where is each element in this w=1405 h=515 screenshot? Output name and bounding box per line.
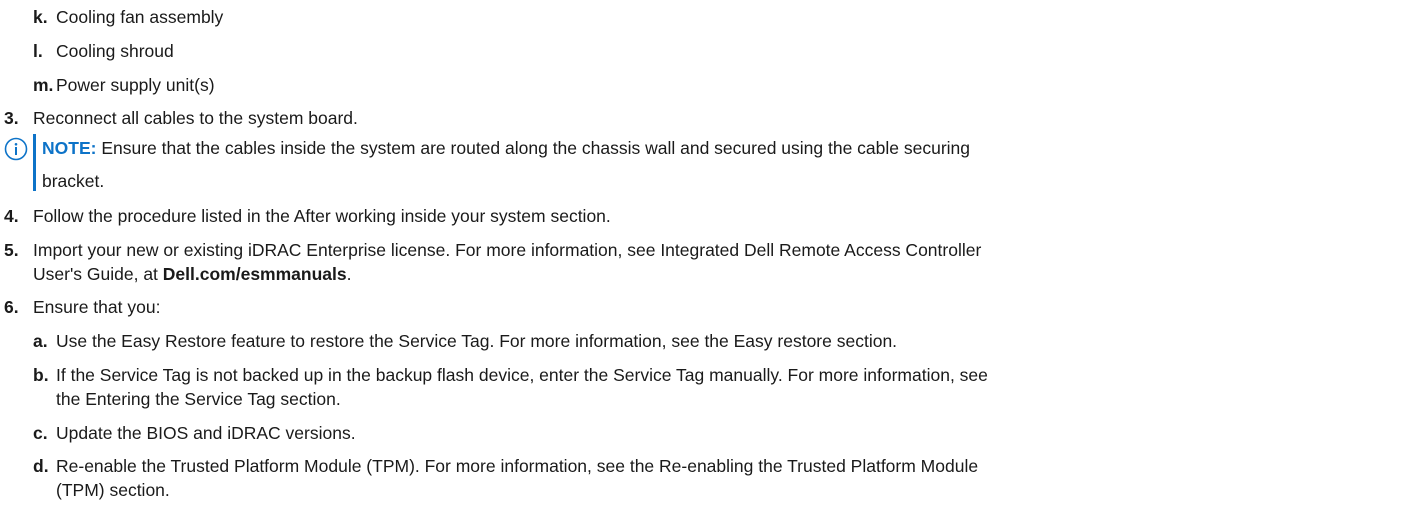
note-line-1: NOTE: Ensure that the cables inside the … (42, 137, 970, 159)
step-k-text: Cooling fan assembly (56, 7, 224, 27)
step-4-marker: 4. (4, 206, 19, 226)
step-c-text: Update the BIOS and iDRAC versions. (56, 423, 356, 443)
step-3-marker: 3. (4, 108, 19, 128)
step-b-text-1: If the Service Tag is not backed up in t… (56, 365, 988, 385)
note-text-2: bracket. (42, 171, 105, 191)
step-m-marker: m. (33, 75, 54, 95)
step-5-marker: 5. (4, 240, 19, 260)
esm-manuals-link[interactable]: Dell.com/esmmanuals (163, 264, 347, 284)
note-label: NOTE: (42, 138, 97, 158)
step-d-text-1: Re-enable the Trusted Platform Module (T… (56, 456, 979, 476)
step-d-marker: d. (33, 456, 49, 476)
step-3-text: Reconnect all cables to the system board… (33, 108, 358, 128)
step-4-text: Follow the procedure listed in the After… (33, 206, 611, 226)
step-6-text: Ensure that you: (33, 297, 161, 317)
step-d-text-2: (TPM) section. (56, 480, 170, 500)
step-l-text: Cooling shroud (56, 41, 174, 61)
step-b-marker: b. (33, 365, 49, 385)
step-b-text-2: the Entering the Service Tag section. (56, 389, 341, 409)
step-l-marker: l. (33, 41, 43, 61)
step-5-line-2: User's Guide, at Dell.com/esmmanuals. (33, 263, 351, 285)
note-bar (33, 134, 36, 191)
step-5-text-1: Import your new or existing iDRAC Enterp… (33, 240, 982, 260)
note-text-1: Ensure that the cables inside the system… (96, 138, 971, 158)
step-a-text: Use the Easy Restore feature to restore … (56, 331, 898, 351)
step-c-marker: c. (33, 423, 48, 443)
step-m-text: Power supply unit(s) (56, 75, 215, 95)
info-circle-icon (4, 137, 28, 161)
step-5-text-2a: User's Guide, at (33, 264, 163, 284)
step-5-text-2b: . (346, 264, 352, 284)
step-6-marker: 6. (4, 297, 19, 317)
step-k-marker: k. (33, 7, 48, 27)
document-page: { "steps": { "k": {"marker": "k.", "text… (0, 0, 1405, 515)
step-a-marker: a. (33, 331, 48, 351)
